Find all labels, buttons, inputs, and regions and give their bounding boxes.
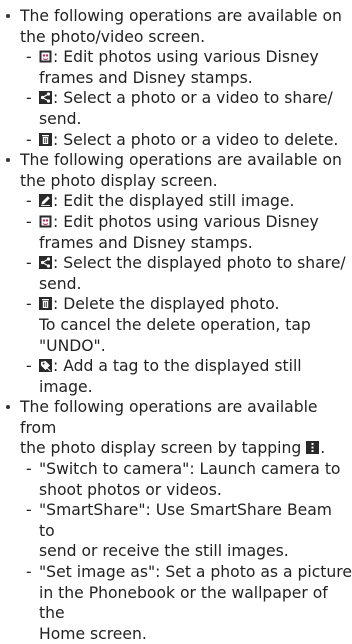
dash: - <box>26 254 32 273</box>
sub-item-text: : Select the displayed photo to share/ <box>53 254 346 273</box>
dash: - <box>26 563 32 582</box>
bullet-text: the photo/video screen. <box>20 27 206 46</box>
disney-frame-icon <box>39 215 52 228</box>
sub-item-text: : Add a tag to the displayed still image… <box>39 357 302 396</box>
sub-item-text: frames and Disney stamps. <box>39 233 253 252</box>
sub-item-smartshare: - "SmartShare": Use SmartShare Beam to s… <box>0 500 352 562</box>
dash: - <box>26 460 32 479</box>
share-icon <box>39 256 52 270</box>
dash: - <box>26 48 32 67</box>
sub-item-text: "UNDO". <box>39 336 106 355</box>
dash: - <box>26 357 32 376</box>
bullet-text-suffix: . <box>320 439 326 458</box>
sub-item-text: : Edit photos using various Disney <box>53 212 319 231</box>
sub-item-edit: - : Edit the displayed still image. <box>0 191 352 212</box>
sub-item-trash: - : Select a photo or a video to delete. <box>0 130 352 151</box>
dash: - <box>26 89 32 108</box>
sub-item-text: Home screen. <box>39 624 147 643</box>
sub-item-disney-frame: - : Edit photos using various Disney fra… <box>0 47 352 88</box>
menu-icon <box>306 441 320 455</box>
sub-item-text: in the Phonebook or the wallpaper of the <box>39 583 328 623</box>
trash-icon <box>39 297 52 311</box>
sub-item-text: To cancel the delete operation, tap <box>39 315 311 334</box>
sub-item-text: send. <box>39 274 82 293</box>
sub-item-set-image-as: - "Set image as": Set a photo as a pictu… <box>0 562 352 644</box>
bullet-text: the photo display screen. <box>20 171 218 190</box>
sub-item-text: : Edit the displayed still image. <box>53 192 295 211</box>
disney-frame-icon <box>39 50 52 63</box>
sub-item-share: - : Select a photo or a video to share/ … <box>0 88 352 129</box>
sub-item-text: : Select a photo or a video to share/ <box>53 89 333 108</box>
bullet-dot <box>6 14 10 18</box>
sub-item-text: : Edit photos using various Disney <box>53 48 319 67</box>
edit-icon <box>39 194 52 208</box>
bullet-text: the photo display screen by tapping <box>20 439 302 458</box>
bullet-photo-video-screen: The following operations are available o… <box>0 6 352 47</box>
sub-item-text: "SmartShare": Use SmartShare Beam to <box>39 501 332 540</box>
sub-item-switch-to-camera: - "Switch to camera": Launch camera to s… <box>0 459 352 500</box>
sub-item-trash: - : Delete the displayed photo. To cance… <box>0 294 352 356</box>
sub-item-text: "Switch to camera": Launch camera to <box>39 460 341 479</box>
bullet-menu-operations: The following operations are available f… <box>0 397 352 459</box>
sub-item-text: : Delete the displayed photo. <box>53 295 280 314</box>
tag-icon <box>39 359 52 373</box>
sub-item-text: shoot photos or videos. <box>39 480 222 499</box>
sub-item-text: frames and Disney stamps. <box>39 68 253 87</box>
dash: - <box>26 501 32 520</box>
dash: - <box>26 130 32 149</box>
sub-item-text: "Set image as": Set a photo as a picture <box>39 563 352 582</box>
bullet-text: The following operations are available f… <box>20 398 318 437</box>
sub-item-text: : Select a photo or a video to delete. <box>53 130 339 149</box>
sub-item-text: send or receive the still images. <box>39 542 289 561</box>
trash-icon <box>39 132 52 146</box>
sub-item-text: send. <box>39 109 82 128</box>
sub-item-tag: - : Add a tag to the displayed still ima… <box>0 356 352 397</box>
bullet-text: The following operations are available o… <box>20 151 342 170</box>
bullet-text: The following operations are available o… <box>20 7 342 25</box>
bullet-photo-display-screen: The following operations are available o… <box>0 150 352 191</box>
dash: - <box>26 192 32 211</box>
bullet-dot <box>6 158 10 163</box>
dash: - <box>26 212 32 231</box>
share-icon <box>39 91 52 105</box>
sub-item-disney-frame: - : Edit photos using various Disney fra… <box>0 212 352 253</box>
dash: - <box>26 295 32 314</box>
manual-page: The following operations are available o… <box>0 0 352 644</box>
sub-item-share: - : Select the displayed photo to share/… <box>0 253 352 294</box>
bullet-dot <box>6 405 10 410</box>
